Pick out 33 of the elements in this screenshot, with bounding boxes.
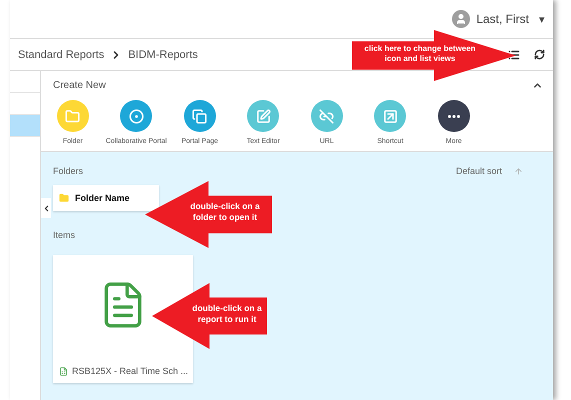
sidebar-item[interactable]	[10, 93, 40, 115]
folder-name: Folder Name	[75, 193, 130, 203]
section-title: Create New	[53, 80, 106, 91]
callout-text: double-click on a folder to open it	[189, 201, 261, 224]
section-title: Items	[53, 230, 76, 240]
folder-icon	[59, 193, 69, 203]
caret-icon[interactable]: ▾	[539, 12, 545, 26]
broken-link-icon	[319, 108, 334, 124]
report-icon	[59, 366, 68, 376]
folder-card[interactable]: Folder Name	[53, 185, 159, 211]
callout-text: click here to change between icon and list views	[363, 44, 477, 65]
breadcrumb-link[interactable]: Standard Reports	[18, 48, 104, 60]
collapse-handle[interactable]	[41, 198, 51, 218]
edit-icon	[256, 108, 271, 124]
section-title: Folders	[53, 166, 84, 176]
folder-icon	[65, 108, 80, 124]
list-view-icon[interactable]	[508, 48, 520, 60]
sidebar-item[interactable]	[10, 115, 40, 137]
breadcrumb-link[interactable]: BIDM-Reports	[128, 48, 198, 60]
copy-icon	[192, 108, 208, 124]
callout-text: double-click on a report to run it	[191, 303, 263, 326]
user-name[interactable]: Last, First	[476, 12, 529, 26]
sort-arrow-icon[interactable]	[514, 166, 523, 176]
report-card[interactable]: RSB125X - Real Time Sch ...	[53, 255, 193, 383]
create-item-button[interactable]	[438, 100, 470, 132]
sort-label[interactable]: Default sort	[456, 166, 502, 176]
circle-icon	[128, 108, 144, 124]
ellipsis-icon	[448, 114, 460, 118]
external-link-icon	[382, 108, 398, 124]
refresh-icon[interactable]	[534, 49, 545, 60]
avatar-icon	[452, 10, 470, 28]
sidebar-item[interactable]	[10, 71, 40, 93]
report-name: RSB125X - Real Time Sch ...	[72, 366, 188, 376]
